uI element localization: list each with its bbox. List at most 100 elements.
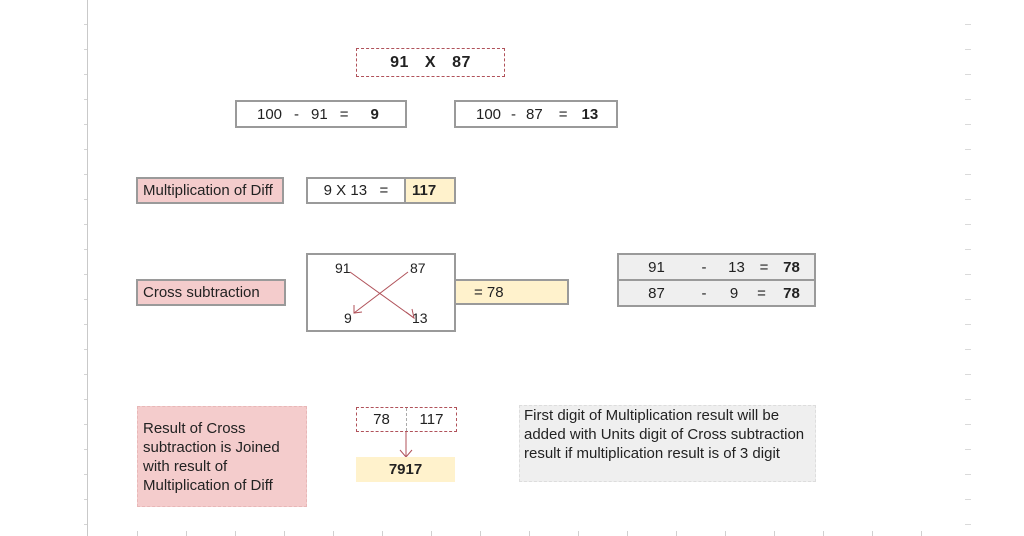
ruler-tick bbox=[84, 199, 87, 200]
cell-op: - bbox=[701, 284, 707, 302]
ruler-tick bbox=[84, 24, 87, 25]
join-right-value: 117 bbox=[419, 411, 444, 428]
table-row: 87 - 9 = 78 bbox=[619, 279, 814, 305]
cross-result: = 78 bbox=[454, 279, 569, 305]
diff-result: 9 bbox=[370, 105, 379, 123]
ruler-tick bbox=[84, 224, 87, 225]
cell-a: 91 bbox=[648, 258, 665, 276]
ruler-tick bbox=[965, 174, 971, 175]
ruler-tick bbox=[965, 449, 971, 450]
cell-eq: = bbox=[759, 258, 769, 276]
ruler-tick bbox=[965, 299, 971, 300]
ruler-tick bbox=[84, 299, 87, 300]
diff-minus: - bbox=[294, 105, 300, 123]
ruler-tick bbox=[965, 49, 971, 50]
ruler-tick bbox=[84, 324, 87, 325]
multiplication-result: 117 bbox=[404, 177, 456, 204]
ruler-tick bbox=[137, 531, 138, 536]
ruler-tick bbox=[480, 531, 481, 536]
ruler-tick bbox=[431, 531, 432, 536]
cross-arrows bbox=[349, 271, 415, 320]
ruler-tick bbox=[965, 149, 971, 150]
ruler-tick bbox=[382, 531, 383, 536]
page-margin-rule bbox=[87, 0, 88, 536]
arrowhead bbox=[405, 308, 415, 320]
diff-num: 91 bbox=[311, 105, 328, 123]
diff-eq: = bbox=[558, 105, 568, 123]
ruler-tick bbox=[823, 531, 824, 536]
ruler-tick bbox=[965, 24, 971, 25]
ruler-tick bbox=[921, 531, 922, 536]
ruler-tick bbox=[872, 531, 873, 536]
ruler-tick bbox=[84, 399, 87, 400]
ruler-tick bbox=[84, 474, 87, 475]
ruler-tick bbox=[676, 531, 677, 536]
ruler-tick bbox=[965, 199, 971, 200]
difference-box-1: 100 - 91 = 9 bbox=[235, 100, 407, 128]
ruler-tick bbox=[965, 324, 971, 325]
join-box: 78 117 bbox=[356, 407, 457, 432]
ruler-tick bbox=[84, 99, 87, 100]
ruler-tick bbox=[84, 49, 87, 50]
operator: X bbox=[424, 53, 437, 71]
ruler-tick bbox=[965, 524, 971, 525]
ruler-tick bbox=[965, 224, 971, 225]
ruler-tick bbox=[84, 374, 87, 375]
ruler-tick bbox=[965, 249, 971, 250]
problem-title: 91 X 87 bbox=[356, 48, 505, 77]
ruler-tick bbox=[284, 531, 285, 536]
ruler-tick bbox=[84, 149, 87, 150]
ruler-tick bbox=[186, 531, 187, 536]
join-explanation: Result of Cross subtraction is Joined wi… bbox=[137, 406, 307, 507]
operand-a: 91 bbox=[390, 53, 409, 71]
cell-b: 9 bbox=[729, 284, 739, 302]
ruler-tick bbox=[965, 424, 971, 425]
ruler-tick bbox=[84, 274, 87, 275]
cell-op: - bbox=[701, 258, 707, 276]
ruler-tick bbox=[965, 99, 971, 100]
ruler-tick bbox=[333, 531, 334, 536]
ruler-tick bbox=[965, 74, 971, 75]
ruler-tick bbox=[965, 349, 971, 350]
ruler-tick bbox=[84, 74, 87, 75]
ruler-tick bbox=[529, 531, 530, 536]
cross-subtraction-label: Cross subtraction bbox=[136, 279, 286, 306]
ruler-tick bbox=[965, 499, 971, 500]
cell-a: 87 bbox=[648, 284, 665, 302]
ruler-tick bbox=[965, 399, 971, 400]
difference-box-2: 100 - 87 = 13 bbox=[454, 100, 618, 128]
down-arrow-icon bbox=[399, 431, 413, 458]
ruler-tick bbox=[965, 374, 971, 375]
cross-diagram: 91 87 9 13 bbox=[306, 253, 456, 332]
info-note: First digit of Multiplication result wil… bbox=[519, 405, 816, 482]
ruler-tick bbox=[84, 349, 87, 350]
table-row: 91 - 13 = 78 bbox=[619, 255, 814, 279]
ruler-tick bbox=[627, 531, 628, 536]
cell-result: 78 bbox=[783, 284, 800, 302]
diff-result: 13 bbox=[581, 105, 599, 123]
multiplication-label: Multiplication of Diff bbox=[136, 177, 284, 204]
diff-num: 87 bbox=[526, 105, 543, 123]
diff-minus: - bbox=[511, 105, 517, 123]
ruler-tick bbox=[965, 124, 971, 125]
multiplication-expression: 9 X 13 = bbox=[306, 177, 406, 204]
ruler-tick bbox=[84, 174, 87, 175]
arrow-line-87-to-9 bbox=[353, 271, 409, 314]
ruler-tick bbox=[235, 531, 236, 536]
ruler-tick bbox=[84, 124, 87, 125]
cross-check-table: 91 - 13 = 78 87 - 9 = 78 bbox=[617, 253, 816, 307]
join-left-value: 78 bbox=[357, 408, 407, 431]
ruler-tick bbox=[84, 249, 87, 250]
arrow-line-91-to-13 bbox=[349, 271, 415, 319]
ruler-tick bbox=[965, 274, 971, 275]
ruler-tick bbox=[965, 474, 971, 475]
cell-b: 13 bbox=[728, 258, 745, 276]
ruler-tick bbox=[774, 531, 775, 536]
diff-eq: = bbox=[339, 105, 349, 123]
ruler-tick bbox=[84, 424, 87, 425]
ruler-tick bbox=[84, 524, 87, 525]
final-answer: 7917 bbox=[356, 457, 455, 482]
operand-b: 87 bbox=[452, 53, 471, 71]
ruler-tick bbox=[578, 531, 579, 536]
cell-result: 78 bbox=[783, 258, 800, 276]
